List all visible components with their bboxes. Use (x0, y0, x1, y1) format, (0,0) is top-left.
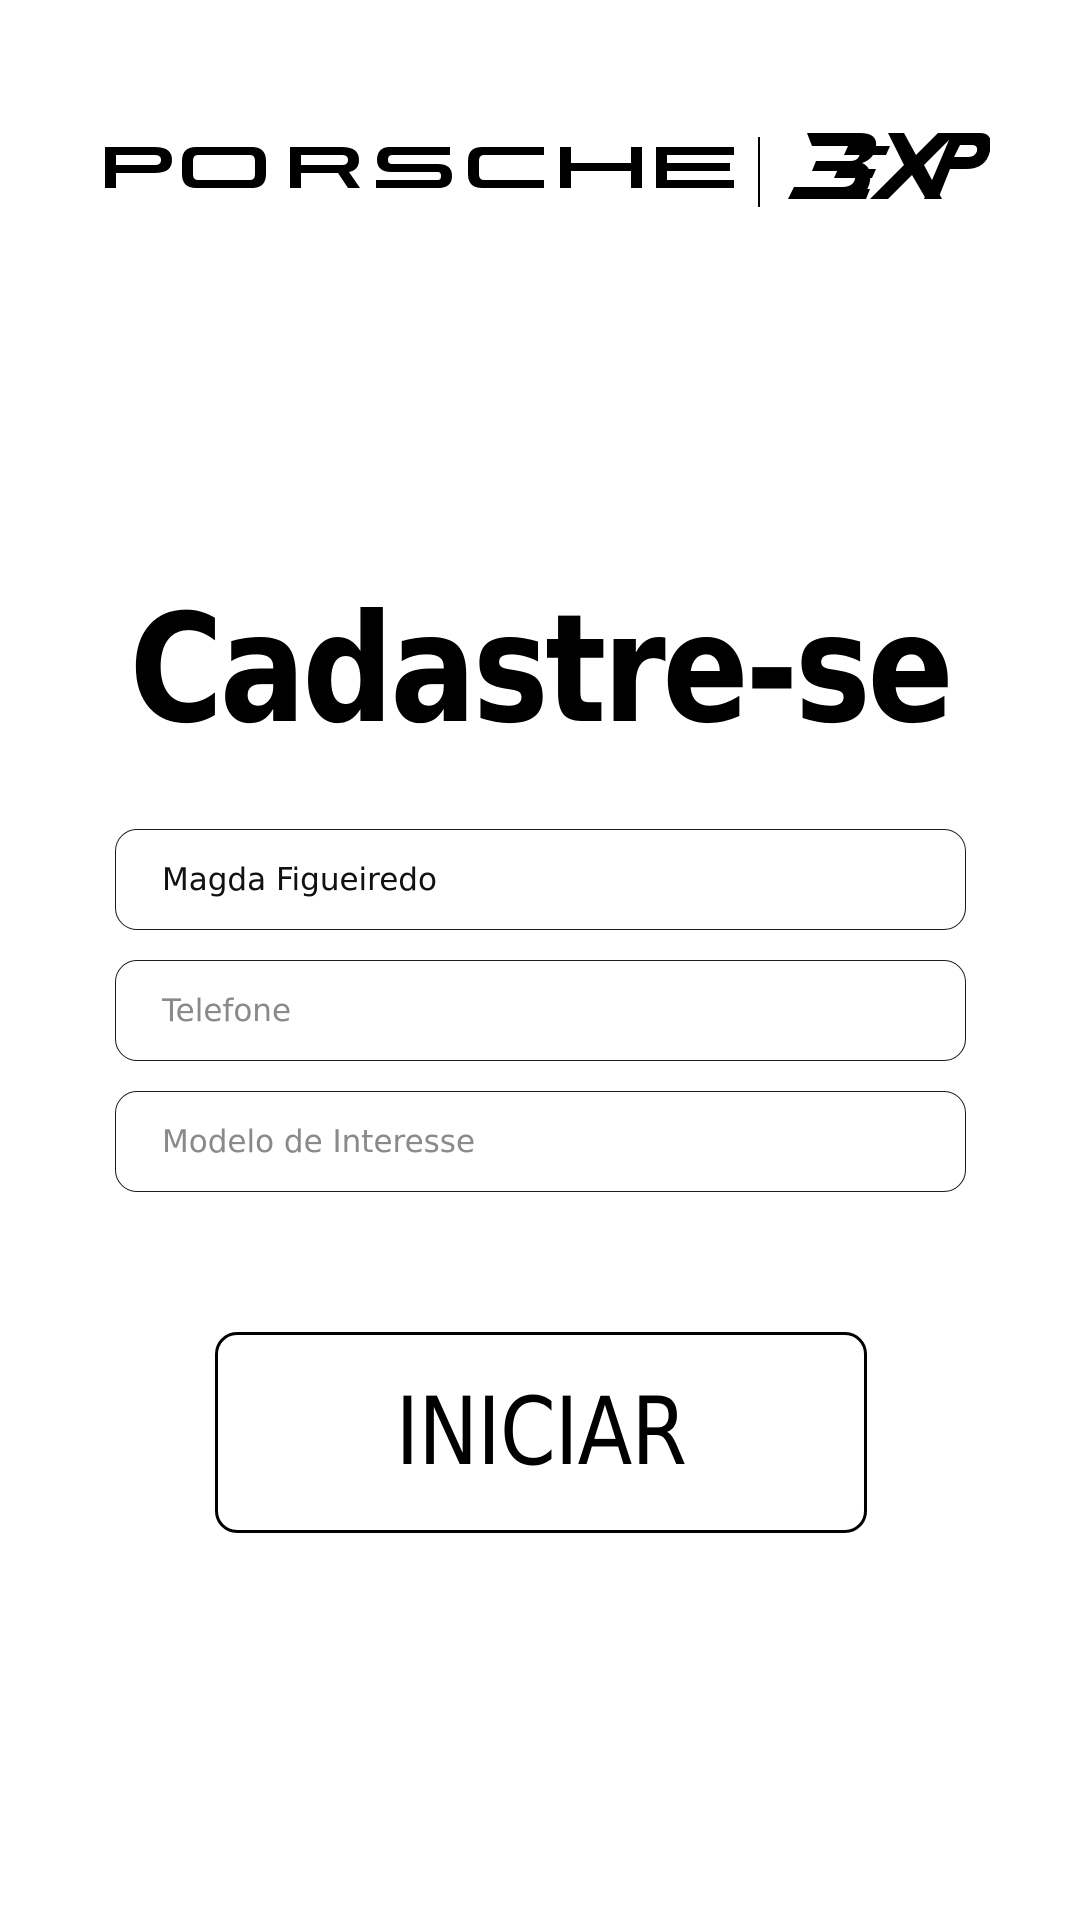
registration-form (115, 829, 966, 1222)
logo-divider (758, 137, 760, 207)
start-button-label: INICIAR (395, 1378, 687, 1487)
brand-logos (105, 133, 990, 207)
bexp-logo (788, 133, 990, 199)
model-interest-input[interactable] (162, 1092, 922, 1191)
phone-field[interactable] (115, 960, 966, 1061)
page-title: Cadastre-se (129, 583, 954, 757)
name-field[interactable] (115, 829, 966, 930)
model-field[interactable] (115, 1091, 966, 1192)
porsche-logo (105, 147, 734, 188)
name-input[interactable] (162, 830, 922, 929)
start-button[interactable]: INICIAR (215, 1332, 867, 1533)
phone-input[interactable] (162, 961, 922, 1060)
header (0, 0, 1080, 260)
